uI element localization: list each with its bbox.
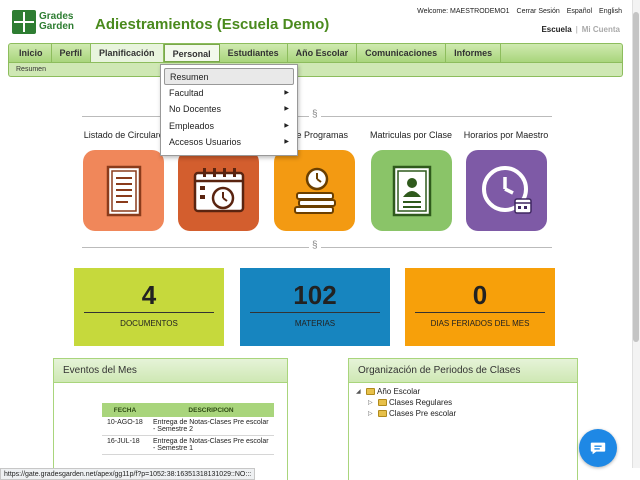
periods-panel: Organización de Periodos de Clases ◢ Año… (348, 358, 578, 480)
menu-item-empleados[interactable]: Empleados ▶ (164, 118, 294, 135)
logo-mark-icon (12, 10, 36, 34)
stat-value: 0 (472, 280, 488, 310)
divider: | (575, 25, 578, 34)
menu-item-no-docentes[interactable]: No Docentes ▶ (164, 101, 294, 118)
logo-text: Grades Garden (39, 11, 75, 32)
event-description: Entrega de Notas-Clases Pre escolar - Se… (148, 435, 274, 455)
clock-calendar-icon (481, 165, 532, 214)
stat-divider (415, 312, 545, 313)
submenu-arrow-icon: ▶ (284, 122, 289, 129)
table-row[interactable]: 16-JUL-18 Entrega de Notas-Clases Pre es… (102, 435, 274, 455)
section-glyph: § (309, 240, 321, 251)
tile-calendario[interactable] (178, 150, 259, 231)
stat-value: 4 (141, 280, 157, 310)
stat-label: DIAS FERIADOS DEL MES (430, 319, 530, 328)
calendar-clock-icon (193, 167, 244, 212)
folder-icon (378, 399, 387, 406)
folder-icon (366, 388, 375, 395)
chat-bubble-icon (590, 442, 606, 455)
tree-expand-icon[interactable]: ▷ (368, 410, 376, 417)
periods-tree: ◢ Año Escolar ▷ Clases Regulares ▷ Clase… (356, 386, 456, 419)
stat-value: 102 (293, 280, 337, 310)
nav-ano-escolar[interactable]: Año Escolar (288, 44, 358, 62)
top-links: Welcome: MAESTRODEMO1 Cerrar Sesión Espa… (417, 8, 622, 15)
column-header-descripcion: DESCRIPCION (148, 403, 274, 417)
lang-english-link[interactable]: English (599, 8, 622, 15)
submenu-arrow-icon: ▶ (284, 139, 289, 145)
folder-icon (378, 410, 387, 417)
events-panel-title: Eventos del Mes (54, 359, 287, 383)
welcome-text: Welcome: MAESTRODEMO1 (417, 8, 510, 15)
escuela-link[interactable]: Escuela (541, 25, 571, 34)
periods-panel-title: Organización de Periodos de Clases (349, 359, 577, 383)
tile-programas[interactable] (274, 150, 355, 231)
sub-nav-resumen[interactable]: Resumen (8, 63, 623, 77)
table-row[interactable]: 10-AGO-18 Entrega de Notas-Clases Pre es… (102, 417, 274, 436)
mi-cuenta-link[interactable]: Mi Cuenta (582, 25, 620, 34)
nav-perfil[interactable]: Perfil (52, 44, 92, 62)
stat-materias[interactable]: 102 MATERIAS (240, 268, 390, 346)
stat-divider (84, 312, 214, 313)
main-nav: Inicio Perfil Planificación Personal Est… (8, 43, 623, 63)
status-url: https://gate.gradesgarden.net/apex/gg11p… (0, 468, 256, 480)
nav-personal[interactable]: Personal (163, 44, 220, 62)
menu-item-facultad[interactable]: Facultad ▶ (164, 85, 294, 102)
stat-documentos[interactable]: 4 DOCUMENTOS (74, 268, 224, 346)
logo[interactable]: Grades Garden (12, 10, 74, 34)
nav-estudiantes[interactable]: Estudiantes (220, 44, 288, 62)
event-date: 10-AGO-18 (102, 417, 148, 436)
document-list-icon (106, 165, 141, 216)
nav-informes[interactable]: Informes (446, 44, 502, 62)
submenu-arrow-icon: ▶ (284, 106, 289, 112)
page-scrollbar[interactable] (632, 0, 640, 468)
section-glyph: § (309, 109, 321, 120)
scrollbar-thumb[interactable] (633, 12, 639, 342)
tree-node-ano-escolar[interactable]: ◢ Año Escolar (356, 386, 456, 397)
nav-comunicaciones[interactable]: Comunicaciones (357, 44, 447, 62)
submenu-arrow-icon: ▶ (284, 89, 289, 96)
account-links: Escuela | Mi Cuenta (541, 25, 620, 34)
events-table: FECHA DESCRIPCION 10-AGO-18 Entrega de N… (102, 403, 274, 455)
event-description: Entrega de Notas-Clases Pre escolar - Se… (148, 417, 274, 436)
nav-inicio[interactable]: Inicio (11, 44, 52, 62)
tree-collapse-icon[interactable]: ◢ (356, 388, 364, 395)
tile-horarios[interactable] (466, 150, 547, 231)
id-badge-icon (392, 165, 431, 216)
stat-divider (250, 312, 380, 313)
stat-dias-feriados[interactable]: 0 DIAS FERIADOS DEL MES (405, 268, 555, 346)
menu-item-resumen[interactable]: Resumen (164, 68, 294, 85)
tile-matriculas[interactable] (371, 150, 452, 231)
stat-label: MATERIAS (294, 319, 336, 328)
stat-label: DOCUMENTOS (120, 319, 178, 328)
tile-label-horarios: Horarios por Maestro (463, 130, 549, 140)
event-date: 16-JUL-18 (102, 435, 148, 455)
lang-spanish-link[interactable]: Español (567, 8, 592, 15)
page-title: Adiestramientos (Escuela Demo) (95, 16, 330, 33)
tile-circulares[interactable] (83, 150, 164, 231)
menu-item-accesos-usuarios[interactable]: Accesos Usuarios ▶ (164, 134, 294, 151)
books-clock-icon (293, 167, 336, 214)
tree-node-clases-pre-escolar[interactable]: ▷ Clases Pre escolar (356, 408, 456, 419)
tree-node-clases-regulares[interactable]: ▷ Clases Regulares (356, 397, 456, 408)
logout-link[interactable]: Cerrar Sesión (517, 8, 560, 15)
column-header-fecha: FECHA (102, 403, 148, 417)
nav-planificacion[interactable]: Planificación (91, 44, 164, 62)
events-panel: Eventos del Mes FECHA DESCRIPCION 10-AGO… (53, 358, 288, 480)
personal-dropdown-menu: Resumen Facultad ▶ No Docentes ▶ Emplead… (160, 64, 298, 156)
tree-expand-icon[interactable]: ▷ (368, 399, 376, 406)
chat-button[interactable] (579, 429, 617, 467)
tile-label-matriculas: Matriculas por Clase (369, 130, 453, 140)
